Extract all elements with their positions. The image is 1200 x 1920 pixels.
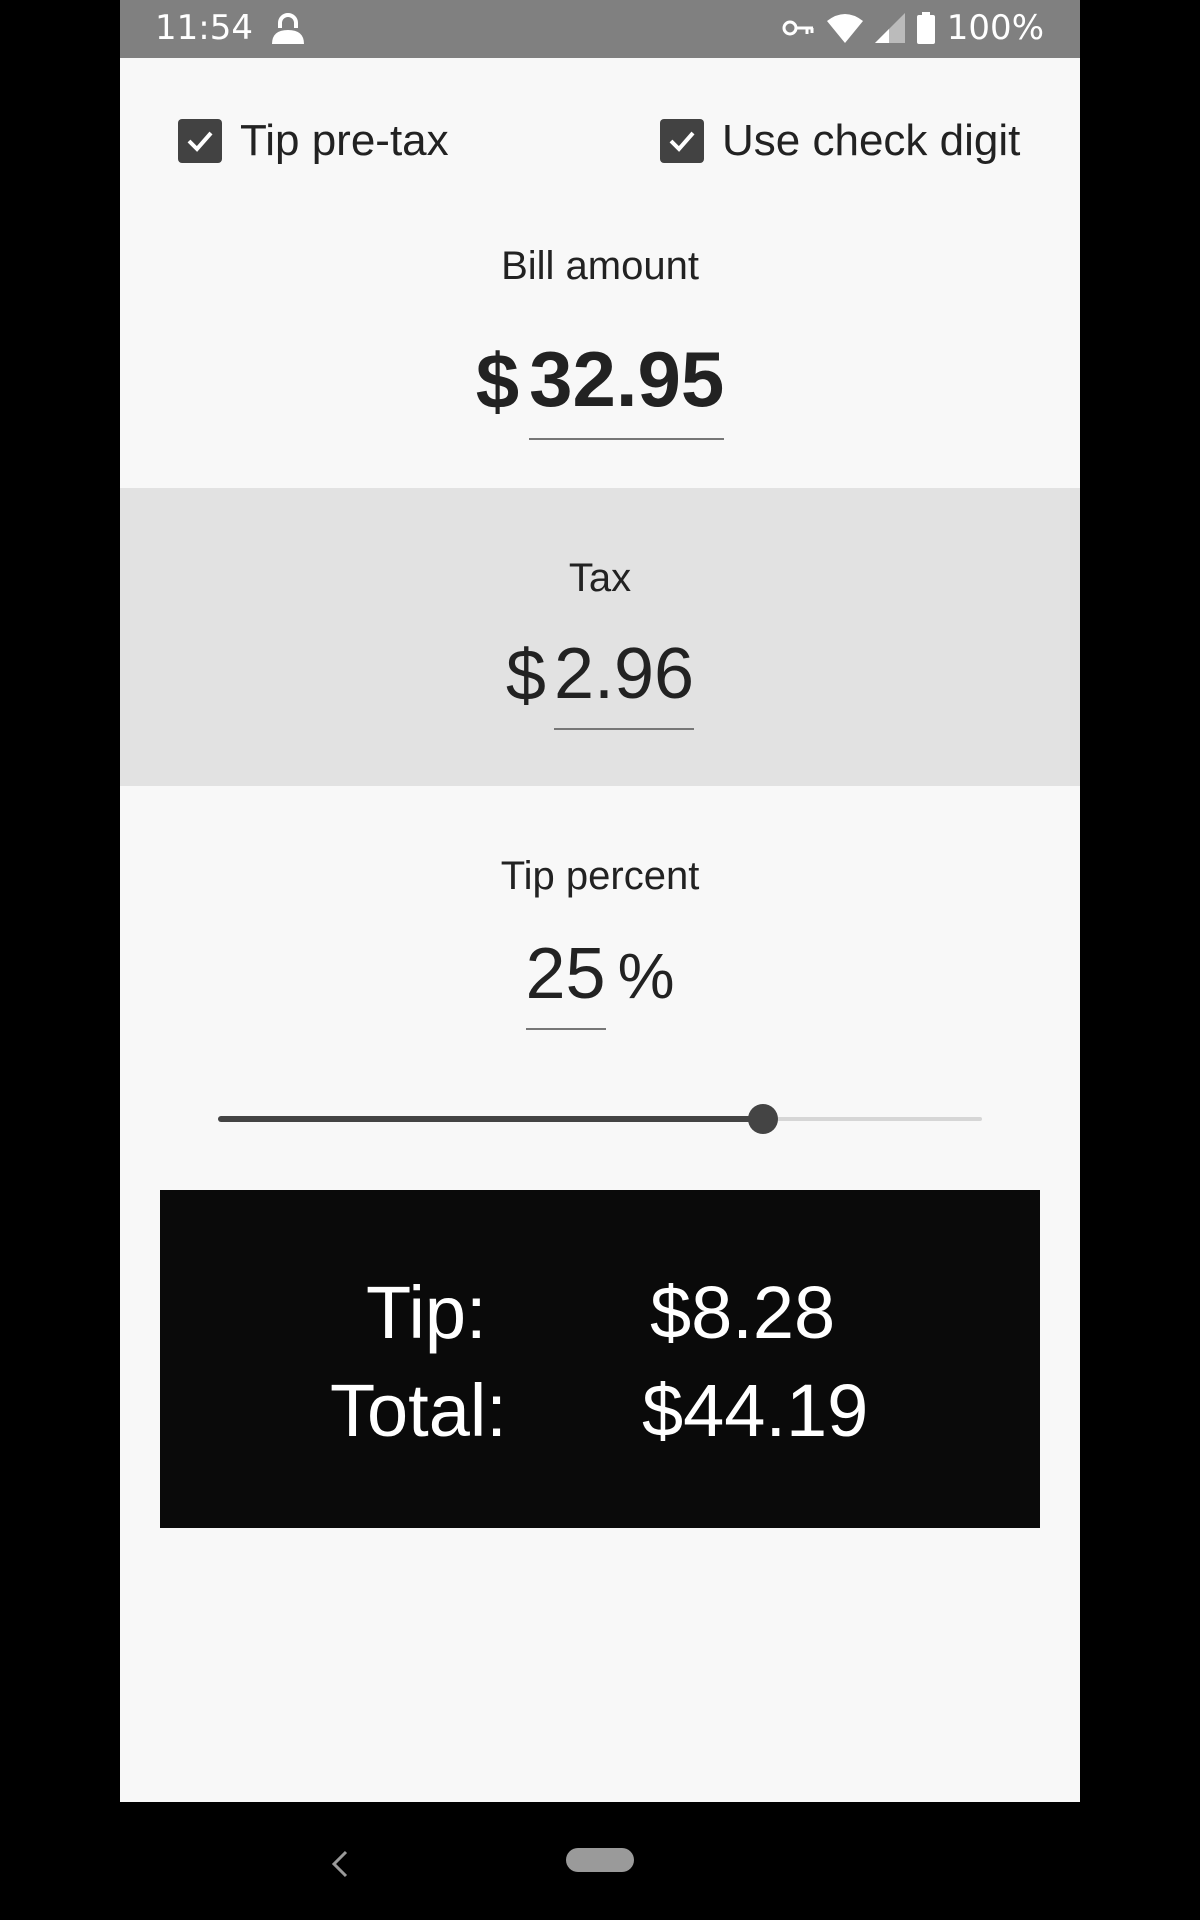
tip-pre-tax-label: Tip pre-tax [240,116,449,165]
total-result-value: $44.19 [642,1369,869,1452]
total-result-label: Total: [330,1369,507,1452]
bill-amount-row: $ 32.95 [120,340,1080,440]
tax-label: Tax [568,556,632,600]
percent-sign: % [617,940,675,1012]
battery-level: 100% [946,8,1044,48]
checkbox-checked-icon [660,119,704,163]
options-row: Tip pre-tax Use check digit [120,116,1080,186]
tip-percent-input[interactable]: 25 [525,938,606,1030]
slider-thumb[interactable] [748,1104,778,1134]
results-panel: Tip: $8.28 Total: $44.19 [160,1190,1040,1528]
status-icons: 100% [781,8,1044,48]
device-frame: 11:54 100% Tip pre-tax Use check digit B… [0,0,1200,1920]
tax-row: $ 2.96 [120,638,1080,730]
use-check-digit-checkbox[interactable]: Use check digit [660,116,1020,166]
bill-amount-input[interactable]: 32.95 [529,340,725,440]
status-time: 11:54 [155,8,253,48]
phone-screen: 11:54 100% Tip pre-tax Use check digit B… [120,0,1080,1920]
battery-icon [916,12,935,44]
tip-percent-slider[interactable] [218,1104,982,1134]
tax-amount-input[interactable]: 2.96 [553,638,695,730]
status-bar: 11:54 100% [120,0,1080,58]
tip-result-label: Tip: [366,1271,487,1354]
bill-currency-symbol: $ [475,337,520,425]
use-check-digit-label: Use check digit [722,116,1021,165]
tax-currency-symbol: $ [505,636,546,716]
tip-percent-row: 25 % [120,938,1080,1030]
home-button[interactable] [566,1848,634,1872]
back-icon[interactable] [320,1844,360,1884]
wifi-icon [826,13,863,43]
navigation-bar [120,1802,1080,1920]
lock-icon [268,10,308,50]
checkbox-checked-icon [178,119,222,163]
tip-percent-label: Tip percent [500,854,700,898]
signal-icon [874,13,905,43]
main-content: Tip pre-tax Use check digit Bill amount … [120,58,1080,1802]
key-icon [781,16,815,40]
bill-amount-label: Bill amount [501,244,699,288]
slider-fill [218,1116,763,1122]
tax-section: Tax $ 2.96 [120,488,1080,786]
tip-result-value: $8.28 [650,1271,836,1354]
tip-pre-tax-checkbox[interactable]: Tip pre-tax [178,116,449,166]
